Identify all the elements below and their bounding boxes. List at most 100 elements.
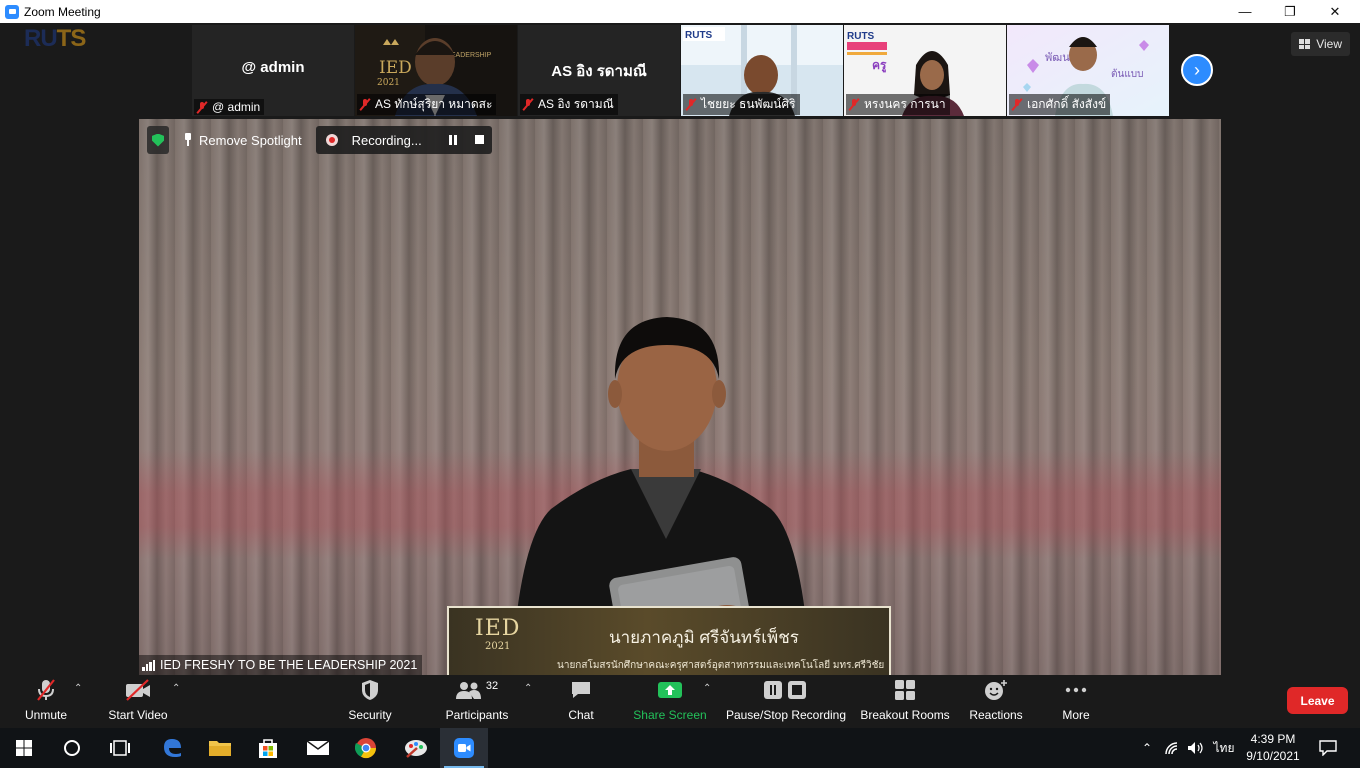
speaker-volume-icon bbox=[1188, 742, 1203, 754]
participant-label-text: AS อิง รดามณี bbox=[538, 97, 614, 111]
mic-muted-icon bbox=[360, 98, 370, 111]
participants-icon: 32 bbox=[455, 675, 499, 705]
participant-label-text: ไชยยะ ธนพัฒน์ศิริ bbox=[701, 97, 796, 111]
pin-icon bbox=[183, 133, 193, 147]
more-button[interactable]: More bbox=[1054, 675, 1098, 728]
edge-browser-icon bbox=[164, 739, 181, 757]
network-status-button[interactable] bbox=[1160, 728, 1184, 768]
participants-label: Participants bbox=[445, 708, 509, 722]
participant-tile[interactable]: @ admin @ admin bbox=[192, 25, 354, 116]
start-video-button[interactable]: Start Video bbox=[104, 675, 172, 728]
start-button[interactable] bbox=[0, 728, 48, 768]
participant-tile[interactable]: RUTS ครู หรงนคร การนา bbox=[844, 25, 1006, 116]
clock-time: 4:39 PM bbox=[1250, 732, 1296, 746]
close-icon: ✕ bbox=[1329, 3, 1341, 19]
folder-icon bbox=[209, 741, 231, 756]
pause-recording-icon[interactable] bbox=[448, 135, 457, 145]
participant-label: AS อิง รดามณี bbox=[520, 94, 618, 115]
svg-text:IED: IED bbox=[379, 58, 412, 78]
stop-recording-icon[interactable] bbox=[474, 135, 484, 144]
participant-tile[interactable]: IED 2021 LEADERSHIP AS ทักษ์สุริยา หมาดส… bbox=[355, 25, 517, 116]
microphone-muted-icon bbox=[35, 675, 57, 705]
participants-button[interactable]: 32 Participants bbox=[442, 675, 512, 728]
leave-button[interactable]: Leave bbox=[1287, 687, 1348, 714]
audio-options-caret[interactable]: ⌃ bbox=[74, 683, 82, 694]
share-screen-icon bbox=[658, 675, 682, 705]
svg-text:ครู: ครู bbox=[872, 58, 887, 73]
video-options-caret[interactable]: ⌃ bbox=[172, 683, 180, 694]
participant-name: AS อิง รดามณี bbox=[551, 63, 647, 80]
participants-count: 32 bbox=[485, 680, 499, 692]
chevron-up-icon: ⌃ bbox=[1141, 741, 1153, 755]
pause-stop-recording-button[interactable]: Pause/Stop Recording bbox=[724, 675, 848, 728]
connection-signal-icon bbox=[142, 659, 155, 671]
recording-dot-icon bbox=[325, 134, 338, 146]
task-view-button[interactable] bbox=[96, 728, 144, 768]
paint-palette-icon bbox=[405, 740, 427, 758]
chrome-taskbar-button[interactable] bbox=[342, 728, 390, 768]
pause-stop-recording-label: Pause/Stop Recording bbox=[725, 708, 847, 722]
spotlight-controls: Remove Spotlight Recording... bbox=[147, 126, 492, 154]
input-language-button[interactable]: ไทย bbox=[1210, 728, 1238, 768]
restore-button[interactable]: ❐ bbox=[1267, 0, 1313, 23]
zoom-taskbar-button[interactable] bbox=[440, 728, 488, 768]
participants-options-caret[interactable]: ⌃ bbox=[524, 683, 532, 694]
recording-label: Recording... bbox=[351, 132, 422, 148]
security-label: Security bbox=[348, 708, 392, 722]
zoom-app-icon bbox=[5, 4, 19, 19]
recording-indicator: Recording... bbox=[315, 126, 492, 154]
breakout-rooms-button[interactable]: Breakout Rooms bbox=[860, 675, 950, 728]
participant-tile[interactable]: AS อิง รดามณี AS อิง รดามณี bbox=[518, 25, 680, 116]
paint-app-taskbar-button[interactable] bbox=[392, 728, 440, 768]
spotlight-video[interactable]: IED 2021 นายภาคภูมิ ศรีจันทร์เพ็ชร นายกส… bbox=[139, 119, 1221, 675]
svg-text:ต้นแบบ: ต้นแบบ bbox=[1111, 68, 1143, 80]
participant-label-text: หรงนคร การนา bbox=[864, 97, 946, 111]
security-button[interactable]: Security bbox=[344, 675, 396, 728]
rutsfade-logo: RUTS bbox=[24, 25, 86, 52]
minimize-button[interactable]: — bbox=[1222, 0, 1268, 23]
participant-tile[interactable]: RUTS ไชยยะ ธนพัฒน์ศิริ bbox=[681, 25, 843, 116]
restore-icon: ❐ bbox=[1284, 3, 1296, 19]
minimize-icon: — bbox=[1238, 4, 1252, 19]
clock-date: 9/10/2021 bbox=[1246, 749, 1300, 763]
zoom-app-icon bbox=[454, 738, 474, 758]
search-button[interactable] bbox=[48, 728, 96, 768]
mic-muted-icon bbox=[197, 101, 207, 114]
remove-spotlight-button[interactable]: Remove Spotlight bbox=[175, 126, 310, 154]
ied-logo: IED 2021 bbox=[475, 616, 520, 652]
svg-text:2021: 2021 bbox=[377, 78, 400, 88]
reactions-smiley-icon bbox=[984, 675, 1008, 705]
chat-button[interactable]: Chat bbox=[558, 675, 604, 728]
share-options-caret[interactable]: ⌃ bbox=[703, 683, 711, 694]
share-screen-label: Share Screen bbox=[633, 708, 707, 722]
taskbar-clock[interactable]: 4:39 PM 9/10/2021 bbox=[1240, 731, 1306, 765]
participant-label: AS ทักษ์สุริยา หมาดสะ bbox=[357, 94, 497, 115]
more-dots-icon bbox=[1065, 675, 1087, 705]
participant-label: หรงนคร การนา bbox=[846, 94, 950, 115]
name-lower-third: IED 2021 นายภาคภูมิ ศรีจันทร์เพ็ชร นายกส… bbox=[447, 606, 891, 675]
encryption-shield-icon[interactable] bbox=[147, 126, 169, 154]
share-screen-button[interactable]: Share Screen bbox=[632, 675, 708, 728]
reactions-label: Reactions bbox=[969, 708, 1023, 722]
mic-muted-icon bbox=[523, 98, 533, 111]
store-taskbar-button[interactable] bbox=[244, 728, 292, 768]
action-center-button[interactable] bbox=[1314, 728, 1342, 768]
next-page-button[interactable]: › bbox=[1181, 54, 1213, 86]
notification-icon bbox=[1319, 740, 1337, 756]
view-button[interactable]: View bbox=[1291, 32, 1350, 56]
pause-stop-recording-icon bbox=[763, 675, 809, 705]
file-explorer-taskbar-button[interactable] bbox=[196, 728, 244, 768]
edge-taskbar-button[interactable] bbox=[148, 728, 196, 768]
show-hidden-icons-button[interactable]: ⌃ bbox=[1136, 728, 1158, 768]
unmute-button[interactable]: Unmute bbox=[20, 675, 72, 728]
mail-taskbar-button[interactable] bbox=[294, 728, 342, 768]
volume-button[interactable] bbox=[1184, 728, 1208, 768]
participant-label: @ admin bbox=[194, 99, 265, 115]
mic-muted-icon bbox=[686, 98, 696, 111]
search-circle-icon bbox=[64, 740, 80, 756]
svg-text:RUTS: RUTS bbox=[685, 30, 713, 41]
participant-tile[interactable]: พัฒนา ต้นแบบ เอกศักดิ์ สังสังข์ bbox=[1007, 25, 1169, 116]
reactions-button[interactable]: Reactions bbox=[966, 675, 1026, 728]
meeting-toolbar: Unmute ⌃ Start Video ⌃ Security 32 Parti… bbox=[0, 675, 1360, 728]
close-button[interactable]: ✕ bbox=[1312, 0, 1358, 23]
